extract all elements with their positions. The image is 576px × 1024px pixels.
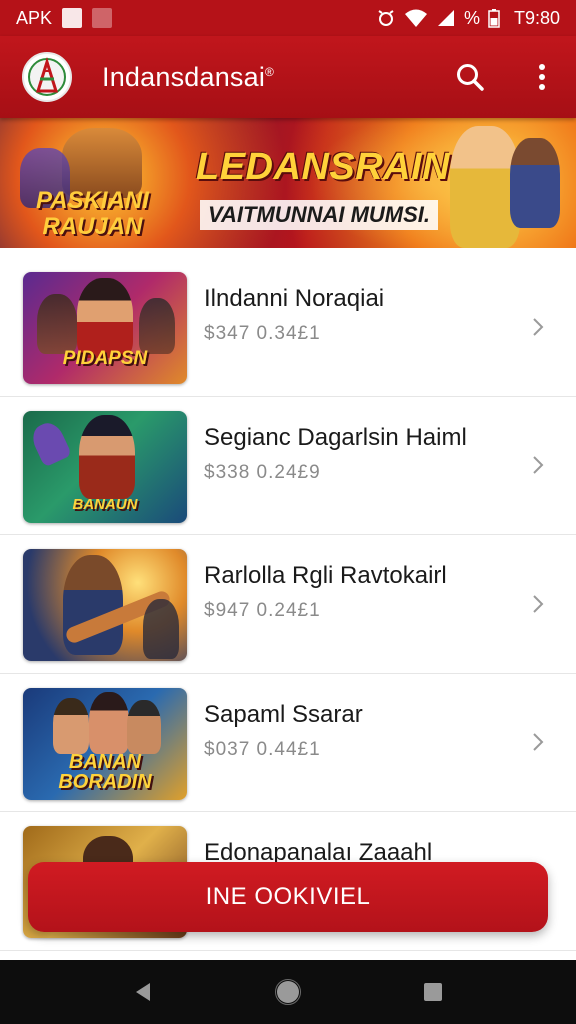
banner-title: LEDANSRAIN — [196, 146, 451, 188]
image-notification-icon — [92, 8, 113, 28]
item-meta: $947 0.24£1 — [204, 600, 321, 621]
notification-icon — [62, 8, 83, 28]
game-thumbnail: PIDAPSN — [23, 272, 187, 384]
app-bar: Indansdansai® — [0, 36, 576, 118]
game-list: PIDAPSN Ilndanni Noraqiai $347 0.34£1 BA… — [0, 258, 576, 951]
registered-mark: ® — [265, 64, 275, 79]
thumbnail-character — [139, 298, 175, 354]
banner-character-right-back — [510, 138, 560, 228]
list-item[interactable]: Rarlolla Rgli Ravtokairl $947 0.24£1 — [0, 535, 576, 674]
search-icon — [457, 64, 484, 91]
banner-subtitle: VAITMUNNAI MUMSI. — [200, 200, 439, 230]
thumbnail-character — [143, 599, 179, 659]
back-button[interactable] — [121, 970, 165, 1014]
app-logo[interactable] — [22, 52, 72, 102]
recents-button[interactable] — [411, 970, 455, 1014]
banner-logo-line1: PASKIANI — [36, 187, 149, 214]
chevron-right-icon — [533, 595, 544, 613]
thumbnail-character — [53, 697, 89, 754]
battery-icon — [488, 9, 500, 28]
status-time: T9:80 — [513, 7, 560, 28]
chevron-right-icon — [533, 733, 544, 751]
chevron-right-icon — [533, 318, 544, 336]
chevron-right-icon — [533, 456, 544, 474]
wifi-icon — [404, 9, 427, 27]
primary-action-button[interactable]: INE OOKIVIEL — [28, 862, 548, 932]
game-thumbnail — [23, 549, 187, 661]
thumbnail-character — [37, 294, 77, 354]
alarm-icon — [378, 10, 394, 26]
signal-icon — [437, 10, 454, 26]
item-title: Ilndanni Noraqiai — [204, 285, 385, 312]
cta-container: INE OOKIVIEL — [0, 855, 576, 955]
recents-square-icon — [424, 983, 443, 1001]
overflow-menu-button[interactable] — [524, 59, 560, 95]
promo-banner[interactable]: PASKIANI RAUJAN LEDANSRAIN VAITMUNNAI MU… — [0, 118, 576, 248]
thumbnail-title: BANAN BORADIN — [58, 750, 152, 793]
list-item[interactable]: BANAUN Segianc Dagarlsin Haiml $338 0.24… — [0, 397, 576, 535]
item-title: Rarlolla Rgli Ravtokairl — [204, 562, 447, 589]
thumbnail-character — [77, 278, 133, 358]
more-vertical-icon — [539, 64, 545, 90]
search-button[interactable] — [452, 59, 488, 95]
thumbnail-character — [27, 418, 73, 467]
item-meta: $037 0.44£1 — [204, 738, 321, 760]
item-meta: $338 0.24£9 — [204, 461, 321, 483]
status-app-label: APK — [16, 7, 53, 28]
thumbnail-character — [89, 691, 129, 754]
banner-logo-line2: RAUJAN — [42, 213, 143, 240]
app-title-text: Indansdansai — [102, 61, 266, 92]
home-circle-icon — [274, 979, 301, 1005]
thumbnail-character — [127, 699, 161, 754]
tower-logo-icon — [28, 57, 66, 96]
banner-game-logo: PASKIANI RAUJAN — [36, 188, 149, 240]
list-item[interactable]: BANAN BORADIN Sapaml Ssarar $037 0.44£1 — [0, 674, 576, 812]
status-bar: APK % T9:80 — [0, 0, 576, 36]
home-button[interactable] — [266, 970, 310, 1014]
battery-percent: % — [463, 7, 480, 28]
app-title: Indansdansai® — [102, 62, 274, 93]
system-navigation-bar — [0, 960, 576, 1024]
game-thumbnail: BANAN BORADIN — [23, 687, 187, 800]
thumbnail-title: BANAUN — [72, 495, 138, 513]
thumbnail-character — [79, 414, 135, 499]
thumbnail-title: PIDAPSN — [62, 348, 148, 369]
back-triangle-icon — [135, 983, 150, 1001]
item-meta: $347 0.34£1 — [204, 323, 321, 344]
item-title: Segianc Dagarlsin Haiml — [204, 423, 467, 451]
list-item[interactable]: PIDAPSN Ilndanni Noraqiai $347 0.34£1 — [0, 258, 576, 397]
game-thumbnail: BANAUN — [23, 410, 187, 523]
item-title: Sapaml Ssarar — [204, 700, 363, 728]
